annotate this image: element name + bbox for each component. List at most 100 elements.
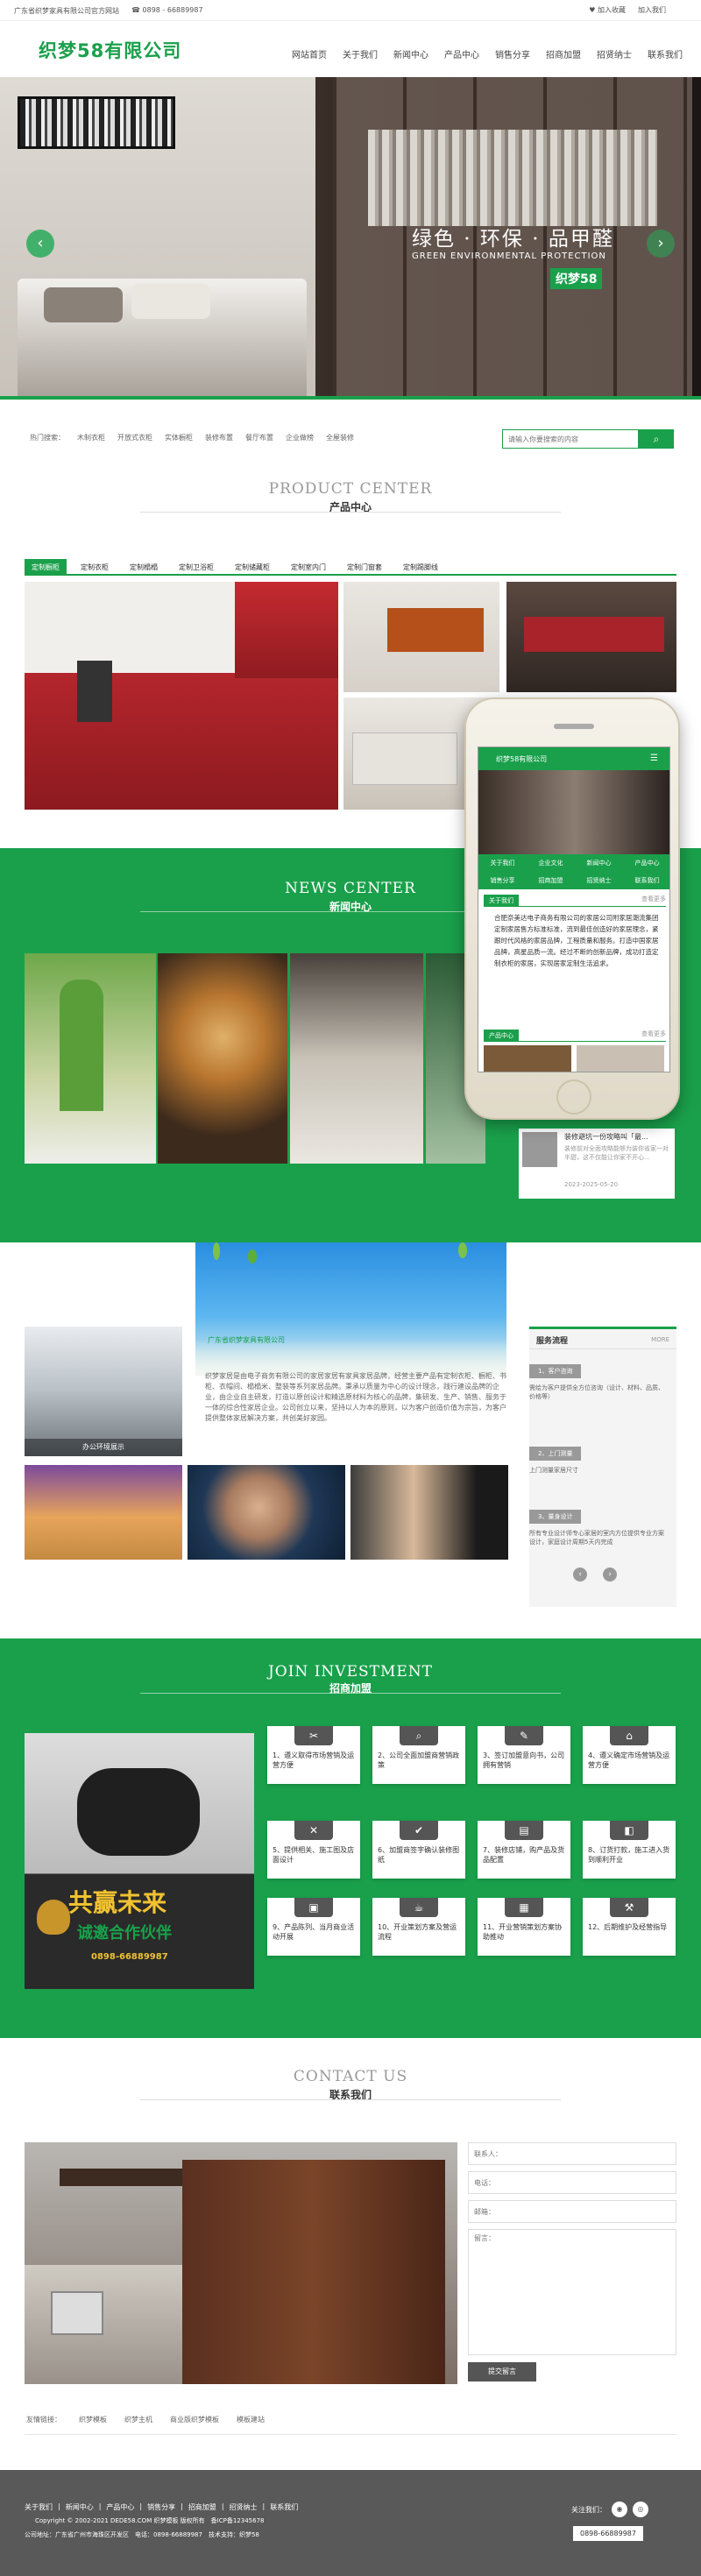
hot-item[interactable]: 装修布置 bbox=[205, 433, 233, 442]
phone-menu-item[interactable]: 招商加盟 bbox=[527, 872, 575, 889]
join-step[interactable]: ☕ 10、开业策划方案及营运流程 bbox=[372, 1898, 465, 1956]
join-step[interactable]: ⌂ 4、遵义确定市场营销及运营方便 bbox=[583, 1726, 676, 1784]
join-step-text: 5、提供相关、施工图及店面设计 bbox=[273, 1846, 355, 1864]
join-step[interactable]: ▤ 7、装修店铺，购产品及货品配置 bbox=[478, 1821, 570, 1879]
news-image-kitchen[interactable] bbox=[290, 953, 423, 1164]
hot-item[interactable]: 企业做榜 bbox=[286, 433, 314, 442]
hero-slogan-en: GREEN ENVIRONMENTAL PROTECTION bbox=[412, 251, 606, 261]
footer-link[interactable]: 新闻中心 bbox=[66, 2502, 94, 2512]
product-image-kitchen[interactable] bbox=[25, 582, 338, 810]
join-step[interactable]: ✔ 6、加盟商签字确认装修图纸 bbox=[372, 1821, 465, 1879]
footer-link[interactable]: 联系我们 bbox=[270, 2502, 298, 2512]
company-image-phone-call[interactable] bbox=[350, 1465, 508, 1560]
news-item-desc: 装修前对全面攻略能够为装你省家一对半甜，这不仅能让你家不开心... bbox=[564, 1145, 669, 1161]
service-more[interactable]: MORE bbox=[651, 1336, 669, 1343]
phone-screen: 织梦58有限公司 ☰ 关于我们 企业文化 新闻中心 产品中心 销售分享 招商加盟… bbox=[478, 747, 670, 1072]
join-step[interactable]: ▦ 11、开业营销策划方案协助推动 bbox=[478, 1898, 570, 1956]
nav-jobs[interactable]: 招贤纳士 bbox=[589, 47, 640, 60]
news-image-laundry[interactable] bbox=[25, 953, 156, 1164]
join-step[interactable]: ◧ 8、订货打款，施工进入货到顺利开业 bbox=[583, 1821, 676, 1879]
phone-menu-item[interactable]: 新闻中心 bbox=[575, 854, 623, 872]
contact-email-input[interactable] bbox=[468, 2200, 676, 2223]
hero-slogan: 绿色 · 环保 · 品甲醛 bbox=[412, 228, 614, 251]
contact-name-input[interactable] bbox=[468, 2142, 676, 2165]
service-step-text: 所有专业设计师专心家居的室内方位提供专业方案设计，家庭设计周期5天内完成 bbox=[529, 1530, 664, 1546]
service-step-label: 3、量身设计 bbox=[529, 1510, 582, 1524]
footer-link[interactable]: 招商加盟 bbox=[188, 2502, 216, 2512]
join-link[interactable]: 加入我们 bbox=[638, 5, 666, 15]
nav-about[interactable]: 关于我们 bbox=[335, 47, 386, 60]
phone-menu-item[interactable]: 销售分享 bbox=[478, 872, 527, 889]
phone-menu-item[interactable]: 企业文化 bbox=[527, 854, 575, 872]
hot-item[interactable]: 全屋装修 bbox=[326, 433, 354, 442]
product-cabinet bbox=[235, 582, 338, 678]
join-step[interactable]: ⚒ 12、后期维护及经营指导 bbox=[583, 1898, 676, 1956]
search-input[interactable] bbox=[502, 429, 639, 449]
hero-next-button[interactable]: › bbox=[647, 230, 675, 258]
phone-more-link[interactable]: 查看更多 bbox=[641, 1030, 666, 1038]
hot-item[interactable]: 餐厅布置 bbox=[245, 433, 273, 442]
service-prev-button[interactable]: ‹ bbox=[573, 1568, 587, 1582]
ticket-icon: ▦ bbox=[505, 1898, 543, 1917]
footer-nav: 关于我们 | 新闻中心 | 产品中心 | 销售分享 | 招商加盟 | 招贤纳士 | 联系我们 bbox=[25, 2502, 299, 2512]
contact-phone-input[interactable] bbox=[468, 2171, 676, 2194]
product-image-cabinet-orange[interactable] bbox=[343, 582, 499, 692]
join-step[interactable]: ✕ 5、提供相关、施工图及店面设计 bbox=[267, 1821, 360, 1879]
product-image-red-kitchen[interactable] bbox=[506, 582, 676, 692]
phone-banner bbox=[478, 770, 669, 854]
news-item-card[interactable]: 装修避坑一份攻略叫「最... 装修前对全面攻略能够为装你省家一对半甜，这不仅能让… bbox=[519, 1129, 675, 1199]
friend-link[interactable]: 织梦模板 bbox=[79, 2415, 107, 2424]
site-logo[interactable]: 织梦58有限公司 bbox=[39, 37, 181, 63]
wechat-icon[interactable]: ◎ bbox=[633, 2502, 648, 2517]
phone-menu-icon[interactable]: ☰ bbox=[650, 754, 658, 763]
footer-link[interactable]: 产品中心 bbox=[106, 2502, 134, 2512]
product-hood bbox=[77, 661, 112, 722]
join-step[interactable]: ⌕ 2、公司全面加盟商营销政策 bbox=[372, 1726, 465, 1784]
nav-products[interactable]: 产品中心 bbox=[436, 47, 487, 60]
contact-message-input[interactable] bbox=[468, 2229, 676, 2355]
friend-link[interactable]: 模板建站 bbox=[237, 2415, 265, 2424]
hot-item[interactable]: 木制衣柜 bbox=[77, 433, 105, 442]
hot-search: 热门搜索： 木制衣柜 开放式衣柜 实体橱柜 装修布置 餐厅布置 企业做榜 全屋装… bbox=[30, 433, 354, 442]
phone-menu-item[interactable]: 关于我们 bbox=[478, 854, 527, 872]
company-image-handshake[interactable] bbox=[188, 1465, 345, 1560]
favorite-link[interactable]: ♥ 加入收藏 bbox=[589, 5, 626, 15]
qq-icon[interactable]: ◉ bbox=[612, 2502, 627, 2517]
cart-icon: ◧ bbox=[610, 1821, 648, 1840]
friend-link[interactable]: 商业版织梦模板 bbox=[170, 2415, 219, 2424]
phone-product-label: 产品中心 bbox=[484, 1030, 519, 1042]
nav-contact[interactable]: 联系我们 bbox=[640, 47, 690, 60]
news-item-date: 2023-2025-05-20 bbox=[564, 1181, 619, 1188]
join-step[interactable]: ▣ 9、产品陈列、当月商业活动开展 bbox=[267, 1898, 360, 1956]
footer-phone-button[interactable]: 0898-66889987 bbox=[573, 2526, 643, 2541]
nav-news[interactable]: 新闻中心 bbox=[386, 47, 436, 60]
phone-menu-item[interactable]: 联系我们 bbox=[623, 872, 669, 889]
hero-prev-button[interactable]: ‹ bbox=[26, 230, 54, 258]
office-image[interactable]: 办公环境展示 bbox=[25, 1327, 182, 1456]
kitchen-counter bbox=[25, 2265, 182, 2384]
join-step[interactable]: ✎ 3、签订加盟意向书，公司拥有营销 bbox=[478, 1726, 570, 1784]
phone-more-link[interactable]: 查看更多 bbox=[641, 895, 666, 903]
search-button[interactable]: ⌕ bbox=[639, 429, 674, 449]
phone-menu-item[interactable]: 招贤纳士 bbox=[575, 872, 623, 889]
hot-item[interactable]: 开放式衣柜 bbox=[117, 433, 152, 442]
friend-link[interactable]: 织梦主机 bbox=[124, 2415, 152, 2424]
footer-link[interactable]: 招贤纳士 bbox=[230, 2502, 258, 2512]
submit-button[interactable]: 提交留言 bbox=[468, 2362, 536, 2381]
kitchen-cabinet bbox=[182, 2160, 445, 2384]
phone-menu-item[interactable]: 产品中心 bbox=[623, 854, 669, 872]
nav-sales[interactable]: 销售分享 bbox=[487, 47, 538, 60]
hero-pillow bbox=[44, 287, 123, 322]
news-image-lamp[interactable] bbox=[158, 953, 287, 1164]
footer-link[interactable]: 销售分享 bbox=[147, 2502, 175, 2512]
phone-header: 织梦58有限公司 bbox=[478, 747, 669, 770]
join-step[interactable]: ✂ 1、遵义取得市场营销及运营方便 bbox=[267, 1726, 360, 1784]
tools-icon: ✕ bbox=[294, 1821, 333, 1840]
nav-join[interactable]: 招商加盟 bbox=[538, 47, 589, 60]
nav-home[interactable]: 网站首页 bbox=[284, 47, 335, 60]
site-description: 广东省织梦家具有限公司官方网站 bbox=[14, 7, 119, 15]
hot-item[interactable]: 实体橱柜 bbox=[165, 433, 193, 442]
service-next-button[interactable]: › bbox=[603, 1568, 617, 1582]
company-image-desert[interactable] bbox=[25, 1465, 182, 1560]
footer-link[interactable]: 关于我们 bbox=[25, 2502, 53, 2512]
